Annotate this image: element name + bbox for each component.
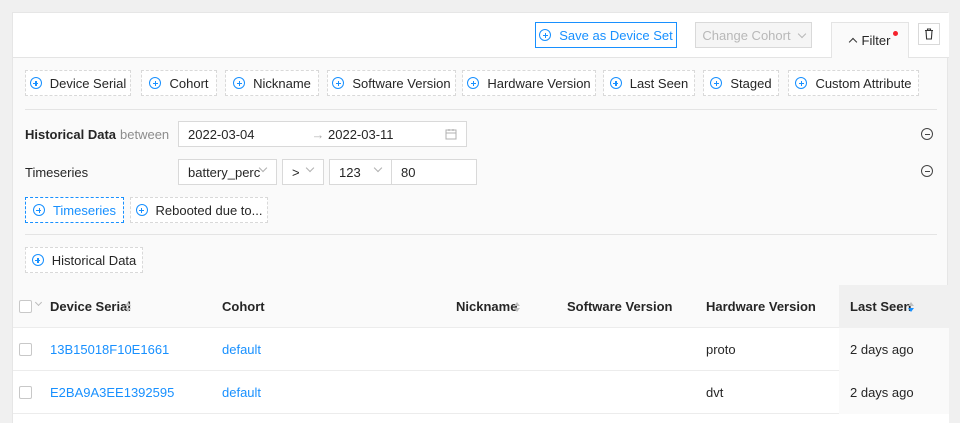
change-cohort-label: Change Cohort xyxy=(702,27,791,43)
add-rebooted-label: Rebooted due to... xyxy=(155,202,263,218)
plus-circle-icon xyxy=(149,77,162,89)
filter-chip-label: Hardware Version xyxy=(487,75,591,91)
filter-active-badge xyxy=(893,31,898,36)
add-historical-data-button[interactable]: Historical Data xyxy=(25,247,143,273)
aggregate-value: 123 xyxy=(339,164,361,180)
add-filter-staged[interactable]: Staged xyxy=(703,70,779,96)
column-header-nickname[interactable]: Nickname xyxy=(456,299,517,314)
chevron-up-icon xyxy=(848,37,857,47)
filter-chip-label: Software Version xyxy=(352,75,451,91)
device-serial-link[interactable]: E2BA9A3EE1392595 xyxy=(50,385,174,400)
hardware-version-cell: proto xyxy=(706,342,736,357)
trash-icon xyxy=(925,28,933,40)
last-seen-cell: 2 days ago xyxy=(850,342,914,357)
filter-chip-label: Nickname xyxy=(253,75,311,91)
threshold-input[interactable]: 80 xyxy=(391,159,477,185)
calendar-icon xyxy=(445,129,457,140)
sort-desc-icon[interactable] xyxy=(908,302,915,313)
chevron-down-icon xyxy=(373,163,383,173)
cohort-link[interactable]: default xyxy=(222,385,261,400)
delete-button[interactable] xyxy=(918,23,940,45)
metric-value: battery_perc xyxy=(188,164,261,180)
row-checkbox[interactable] xyxy=(19,343,32,356)
divider xyxy=(25,234,937,235)
sort-icon[interactable] xyxy=(514,302,521,313)
filter-chip-label: Staged xyxy=(730,75,772,91)
remove-historical-filter-icon[interactable] xyxy=(921,128,933,140)
add-filter-nickname[interactable]: Nickname xyxy=(225,70,319,96)
timeseries-label: Timeseries xyxy=(25,165,89,180)
start-date-input[interactable]: 2022-03-04 xyxy=(188,127,308,142)
plus-circle-icon xyxy=(710,77,723,89)
filter-tab-label: Filter xyxy=(861,33,891,48)
column-header-cohort: Cohort xyxy=(222,299,265,314)
plus-circle-icon xyxy=(233,77,246,89)
row-checkbox[interactable] xyxy=(19,386,32,399)
table-header: Device Serial Cohort Nickname Software V… xyxy=(13,285,949,328)
chevron-down-icon xyxy=(797,29,806,38)
filter-chip-label: Last Seen xyxy=(629,75,689,91)
aggregate-select[interactable]: 123 xyxy=(329,159,392,185)
date-range-picker[interactable]: 2022-03-04 → 2022-03-11 xyxy=(178,121,467,147)
add-timeseries-button[interactable]: Timeseries xyxy=(25,197,124,223)
filter-chip-label: Custom Attribute xyxy=(815,75,912,91)
device-serial-link[interactable]: 13B15018F10E1661 xyxy=(50,342,169,357)
plus-circle-icon xyxy=(135,204,148,216)
between-label: between xyxy=(120,127,170,142)
filter-chip-label: Cohort xyxy=(169,75,209,91)
add-filter-hardware-version[interactable]: Hardware Version xyxy=(462,70,596,96)
chevron-down-icon xyxy=(305,163,315,173)
add-rebooted-button[interactable]: Rebooted due to... xyxy=(130,197,268,223)
tab-filter[interactable]: Filter xyxy=(831,22,909,58)
change-cohort-button[interactable]: Change Cohort xyxy=(695,22,812,48)
table-row[interactable]: E2BA9A3EE1392595 default dvt 2 days ago xyxy=(13,371,949,414)
end-date-input[interactable]: 2022-03-11 xyxy=(328,127,394,142)
plus-circle-icon xyxy=(609,77,622,89)
plus-circle-icon xyxy=(31,254,44,266)
cohort-link[interactable]: default xyxy=(222,342,261,357)
plus-circle-icon xyxy=(467,77,480,89)
plus-circle-icon xyxy=(332,77,345,89)
toolbar: Save as Device Set Change Cohort Filter xyxy=(13,13,949,58)
add-historical-data-label: Historical Data xyxy=(51,252,137,268)
column-header-device-serial[interactable]: Device Serial xyxy=(50,299,131,314)
last-seen-cell: 2 days ago xyxy=(850,385,914,400)
add-filter-custom-attribute[interactable]: Custom Attribute xyxy=(788,70,919,96)
plus-circle-icon xyxy=(795,77,808,89)
historical-data-label: Historical Data xyxy=(25,127,117,142)
hardware-version-cell: dvt xyxy=(706,385,724,400)
add-filter-cohort[interactable]: Cohort xyxy=(141,70,217,96)
select-all-checkbox[interactable] xyxy=(19,300,32,313)
add-timeseries-label: Timeseries xyxy=(52,202,117,218)
column-header-hardware-version: Hardware Version xyxy=(706,299,816,314)
sort-icon[interactable] xyxy=(125,302,132,313)
add-filter-last-seen[interactable]: Last Seen xyxy=(603,70,695,96)
operator-select[interactable]: > xyxy=(282,159,324,185)
column-header-software-version: Software Version xyxy=(567,299,673,314)
devices-table: Device Serial Cohort Nickname Software V… xyxy=(13,285,949,423)
filter-chip-label: Device Serial xyxy=(49,75,127,91)
add-filter-software-version[interactable]: Software Version xyxy=(327,70,456,96)
divider xyxy=(25,109,937,110)
plus-circle-icon xyxy=(539,29,552,41)
device-filter-panel: Save as Device Set Change Cohort Filter … xyxy=(12,12,949,423)
timeseries-metric-select[interactable]: battery_perc xyxy=(178,159,277,185)
add-filter-device-serial[interactable]: Device Serial xyxy=(25,70,131,96)
save-as-device-set-button[interactable]: Save as Device Set xyxy=(535,22,677,48)
table-row[interactable]: 13B15018F10E1661 default proto 2 days ag… xyxy=(13,328,949,371)
remove-timeseries-filter-icon[interactable] xyxy=(921,165,933,177)
plus-circle-icon xyxy=(29,77,42,89)
operator-value: > xyxy=(292,164,300,180)
threshold-value: 80 xyxy=(401,164,416,180)
plus-circle-icon xyxy=(32,204,45,216)
chevron-down-icon[interactable] xyxy=(34,298,43,307)
column-header-last-seen[interactable]: Last Seen xyxy=(850,299,911,314)
save-as-device-set-label: Save as Device Set xyxy=(559,27,673,43)
arrow-right-icon: → xyxy=(311,126,325,142)
